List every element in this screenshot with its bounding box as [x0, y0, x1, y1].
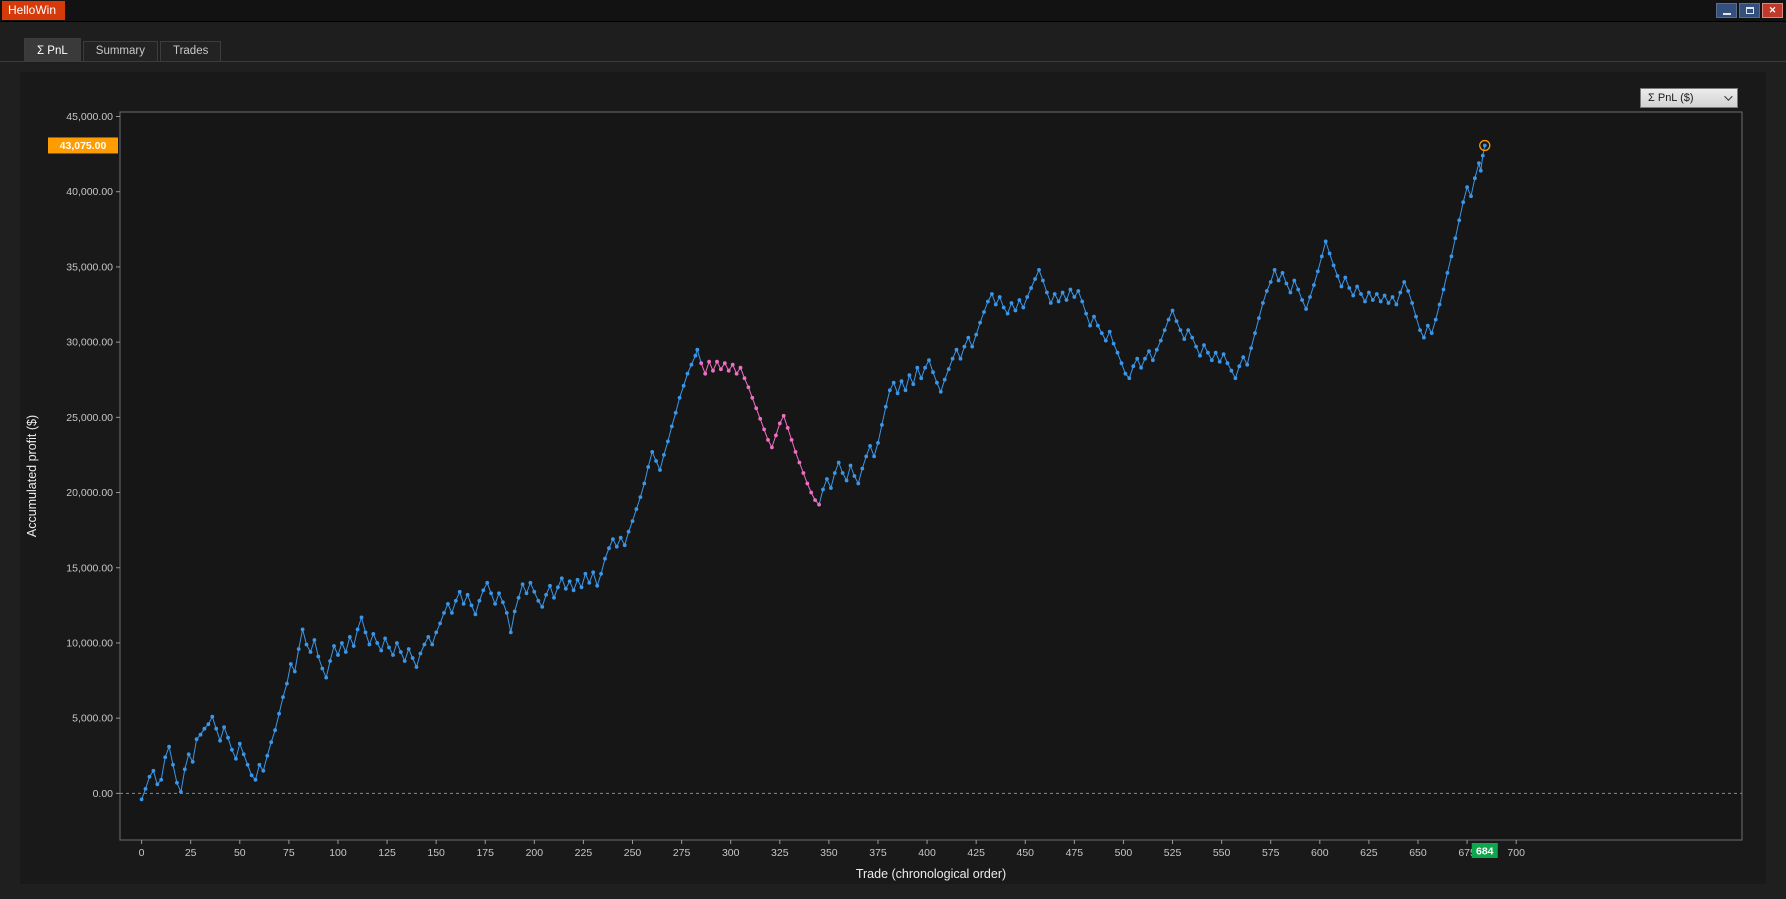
svg-text:200: 200 [526, 847, 544, 859]
tab-strip: Σ PnL Summary Trades [0, 22, 1786, 62]
pnl-tab-page: Σ PnL ($) 0.00 5,000.00 10,000.00 15,000.00… [0, 61, 1786, 899]
tab-trades[interactable]: Trades [160, 41, 221, 62]
series-select-value: Σ PnL ($) [1648, 92, 1694, 104]
svg-text:175: 175 [476, 847, 494, 859]
svg-text:600: 600 [1311, 847, 1329, 859]
svg-text:5,000.00: 5,000.00 [72, 713, 113, 725]
svg-text:25: 25 [185, 847, 197, 859]
svg-text:425: 425 [967, 847, 985, 859]
svg-text:Accumulated profit ($): Accumulated profit ($) [25, 415, 39, 537]
svg-text:275: 275 [673, 847, 691, 859]
svg-text:625: 625 [1360, 847, 1378, 859]
svg-text:700: 700 [1507, 847, 1525, 859]
svg-text:40,000.00: 40,000.00 [66, 186, 113, 198]
restore-button[interactable] [1739, 3, 1760, 18]
svg-text:125: 125 [378, 847, 396, 859]
tab-summary[interactable]: Summary [83, 41, 158, 62]
svg-text:0: 0 [139, 847, 145, 859]
pnl-chart[interactable]: 0.00 5,000.00 10,000.00 15,000.00 20,000.00 2… [20, 72, 1766, 884]
restore-icon [1746, 7, 1754, 14]
svg-text:500: 500 [1115, 847, 1133, 859]
window-title: HelloWin [2, 1, 65, 20]
svg-text:10,000.00: 10,000.00 [66, 637, 113, 649]
svg-text:575: 575 [1262, 847, 1280, 859]
minimize-button[interactable] [1716, 3, 1737, 18]
svg-text:50: 50 [234, 847, 246, 859]
svg-text:225: 225 [575, 847, 593, 859]
svg-text:25,000.00: 25,000.00 [66, 412, 113, 424]
close-button[interactable]: ✕ [1762, 3, 1783, 18]
svg-text:Trade (chronological order): Trade (chronological order) [856, 867, 1006, 881]
svg-text:150: 150 [427, 847, 445, 859]
svg-text:30,000.00: 30,000.00 [66, 337, 113, 349]
svg-text:0.00: 0.00 [93, 788, 114, 800]
svg-text:350: 350 [820, 847, 838, 859]
svg-text:250: 250 [624, 847, 642, 859]
svg-text:15,000.00: 15,000.00 [66, 562, 113, 574]
minimize-icon [1723, 13, 1731, 15]
svg-text:684: 684 [1476, 846, 1494, 858]
svg-text:650: 650 [1409, 847, 1427, 859]
svg-text:375: 375 [869, 847, 887, 859]
svg-text:300: 300 [722, 847, 740, 859]
svg-text:550: 550 [1213, 847, 1231, 859]
svg-text:35,000.00: 35,000.00 [66, 261, 113, 273]
svg-text:45,000.00: 45,000.00 [66, 111, 113, 123]
svg-text:400: 400 [918, 847, 936, 859]
svg-text:325: 325 [771, 847, 789, 859]
svg-text:475: 475 [1066, 847, 1084, 859]
svg-text:525: 525 [1164, 847, 1182, 859]
chevron-down-icon [1724, 92, 1732, 100]
window-controls: ✕ [1716, 3, 1783, 18]
svg-text:450: 450 [1016, 847, 1034, 859]
svg-text:100: 100 [329, 847, 347, 859]
series-select[interactable]: Σ PnL ($) [1640, 88, 1738, 108]
svg-text:75: 75 [283, 847, 295, 859]
tab-pnl[interactable]: Σ PnL [24, 38, 81, 62]
svg-text:43,075.00: 43,075.00 [60, 140, 107, 152]
app-window: HelloWin ✕ Σ PnL Summary Trades Σ PnL ($… [0, 0, 1786, 899]
svg-text:20,000.00: 20,000.00 [66, 487, 113, 499]
close-icon: ✕ [1769, 6, 1777, 15]
titlebar: HelloWin ✕ [0, 0, 1786, 22]
